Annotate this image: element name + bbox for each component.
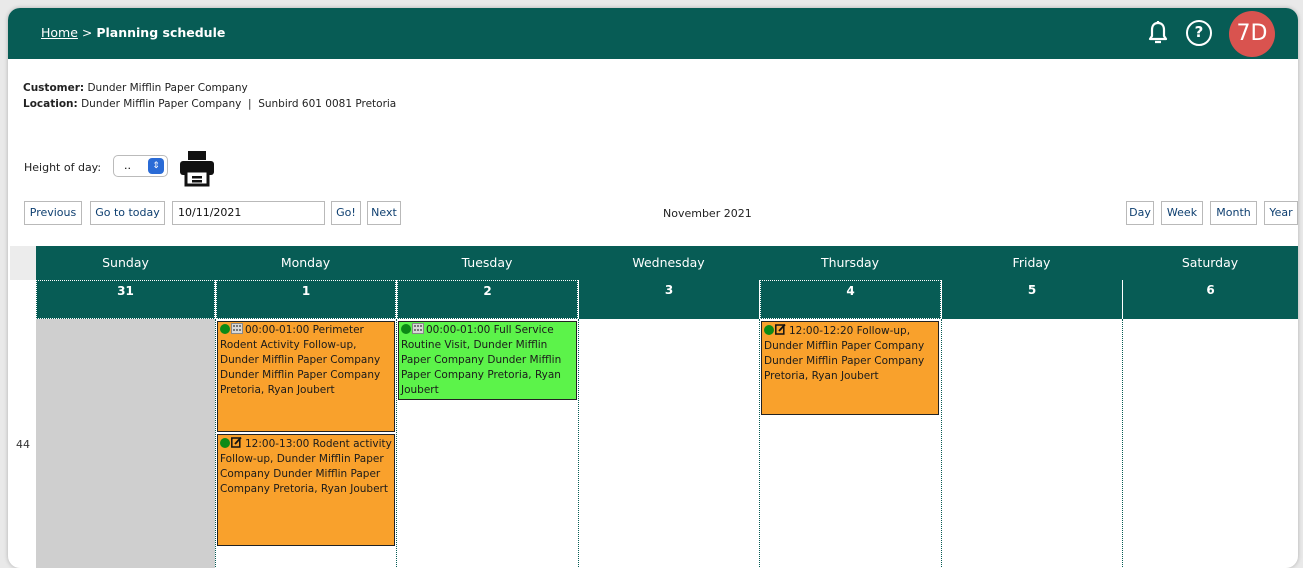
go-button[interactable]: Go! — [331, 201, 361, 225]
event-tue-full-service[interactable]: 00:00-01:00 Full Service Routine Visit, … — [398, 321, 577, 400]
status-dot-icon — [220, 438, 230, 448]
building-icon — [231, 323, 243, 334]
edit-icon — [775, 323, 786, 335]
height-of-day-value: .. — [124, 159, 131, 172]
day-header-friday: Friday — [941, 246, 1122, 280]
next-button[interactable]: Next — [367, 201, 401, 225]
location-value: Dunder Mifflin Paper Company | Sunbird 6… — [81, 98, 397, 110]
customer-info: Customer: Dunder Mifflin Paper Company L… — [23, 80, 396, 112]
week-number: 44 — [16, 438, 30, 451]
event-text: 12:00-12:20 Follow-up, Dunder Mifflin Pa… — [764, 325, 925, 382]
height-of-day-select[interactable]: .. ⇕ — [113, 155, 168, 177]
customer-label: Customer: — [23, 82, 85, 94]
status-dot-icon — [401, 324, 411, 334]
saturday-cell[interactable] — [1122, 319, 1123, 568]
thursday-cell[interactable] — [759, 319, 760, 568]
sunday-cell[interactable] — [36, 319, 215, 568]
status-dot-icon — [764, 325, 774, 335]
day-header-saturday: Saturday — [1122, 246, 1298, 280]
customer-value: Dunder Mifflin Paper Company — [87, 82, 248, 94]
event-thu-follow-up[interactable]: 12:00-12:20 Follow-up, Dunder Mifflin Pa… — [761, 321, 939, 415]
date-cell-3[interactable]: 3 — [579, 280, 759, 319]
date-input[interactable]: 10/11/2021 — [172, 201, 325, 225]
day-header-sunday: Sunday — [36, 246, 215, 280]
event-text: 00:00-01:00 Perimeter Rodent Activity Fo… — [220, 324, 381, 396]
calendar-grid: Sunday Monday Tuesday Wednesday Thursday… — [10, 246, 1298, 568]
date-cell-6[interactable]: 6 — [1123, 280, 1298, 319]
avatar[interactable]: 7D — [1229, 11, 1275, 57]
breadcrumb-separator: > — [77, 25, 97, 40]
main-card: Home > Planning schedule ? 7D Customer: … — [8, 8, 1298, 568]
date-cell-1[interactable]: 1 — [216, 280, 396, 319]
view-year-button[interactable]: Year — [1264, 201, 1298, 225]
event-mon-perimeter-rodent[interactable]: 00:00-01:00 Perimeter Rodent Activity Fo… — [217, 321, 395, 432]
event-text: 00:00-01:00 Full Service Routine Visit, … — [401, 324, 562, 396]
edit-icon — [231, 436, 242, 448]
breadcrumb-current: Planning schedule — [96, 25, 226, 40]
event-mon-rodent-activity[interactable]: 12:00-13:00 Rodent activity Follow-up, D… — [217, 434, 395, 546]
week-header-spacer — [10, 246, 36, 280]
month-label: November 2021 — [663, 207, 752, 220]
tuesday-cell[interactable] — [396, 319, 397, 568]
day-header-thursday: Thursday — [759, 246, 941, 280]
status-dot-icon — [220, 324, 230, 334]
wednesday-cell[interactable] — [578, 319, 579, 568]
bell-icon[interactable] — [1146, 20, 1170, 46]
day-header-wednesday: Wednesday — [578, 246, 759, 280]
monday-cell[interactable] — [215, 319, 216, 568]
help-icon[interactable]: ? — [1186, 20, 1212, 46]
event-text: 12:00-13:00 Rodent activity Follow-up, D… — [220, 438, 392, 495]
view-month-button[interactable]: Month — [1210, 201, 1257, 225]
top-bar: Home > Planning schedule ? 7D — [8, 8, 1298, 59]
view-week-button[interactable]: Week — [1161, 201, 1203, 225]
view-day-button[interactable]: Day — [1126, 201, 1154, 225]
height-of-day-label: Height of day: — [24, 161, 102, 174]
date-cell-2[interactable]: 2 — [397, 280, 578, 319]
date-cell-31[interactable]: 31 — [36, 280, 215, 319]
go-to-today-button[interactable]: Go to today — [90, 201, 165, 225]
building-icon — [412, 323, 424, 334]
printer-icon[interactable] — [178, 149, 216, 187]
previous-button[interactable]: Previous — [24, 201, 82, 225]
day-header-tuesday: Tuesday — [396, 246, 578, 280]
select-arrows-icon: ⇕ — [148, 158, 164, 174]
date-cell-4[interactable]: 4 — [760, 280, 941, 319]
location-label: Location: — [23, 98, 78, 110]
breadcrumb: Home > Planning schedule — [41, 25, 225, 40]
day-header-monday: Monday — [215, 246, 396, 280]
friday-cell[interactable] — [941, 319, 942, 568]
breadcrumb-home-link[interactable]: Home — [41, 25, 78, 40]
date-cell-5[interactable]: 5 — [942, 280, 1122, 319]
